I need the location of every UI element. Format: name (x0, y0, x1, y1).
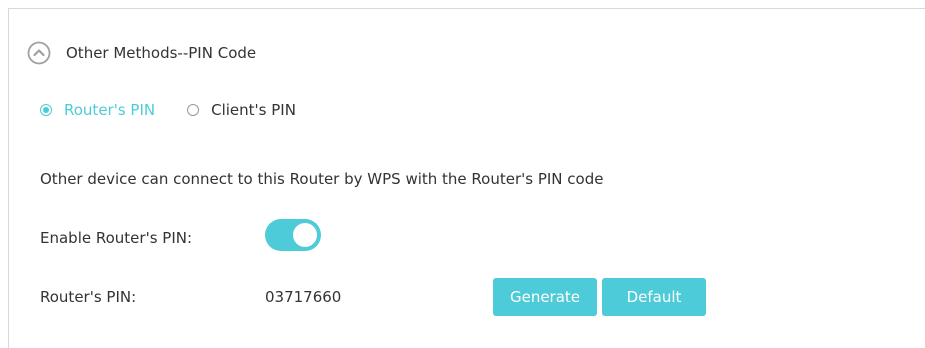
chevron-up-circle-icon[interactable] (27, 41, 51, 65)
radio-clients-pin[interactable]: Client's PIN (187, 101, 296, 119)
radio-clients-pin-circle[interactable] (187, 104, 200, 116)
default-button[interactable]: Default (602, 278, 706, 316)
toggle-knob (293, 223, 317, 247)
section-title: Other Methods--PIN Code (66, 44, 257, 62)
radio-clients-pin-label[interactable]: Client's PIN (211, 101, 296, 119)
pin-description-text: Other device can connect to this Router … (40, 170, 604, 188)
router-pin-label: Router's PIN: (40, 288, 137, 306)
enable-pin-toggle[interactable] (265, 219, 321, 251)
pin-type-radio-group: Router's PIN Client's PIN (40, 101, 328, 119)
router-pin-value: 03717660 (265, 288, 342, 306)
generate-button[interactable]: Generate (493, 278, 597, 316)
radio-routers-pin-circle[interactable] (40, 104, 52, 116)
radio-routers-pin[interactable]: Router's PIN (40, 101, 155, 119)
radio-routers-pin-label[interactable]: Router's PIN (64, 101, 155, 119)
pin-code-section-header[interactable]: Other Methods--PIN Code (27, 41, 256, 65)
enable-pin-label: Enable Router's PIN: (40, 229, 193, 247)
